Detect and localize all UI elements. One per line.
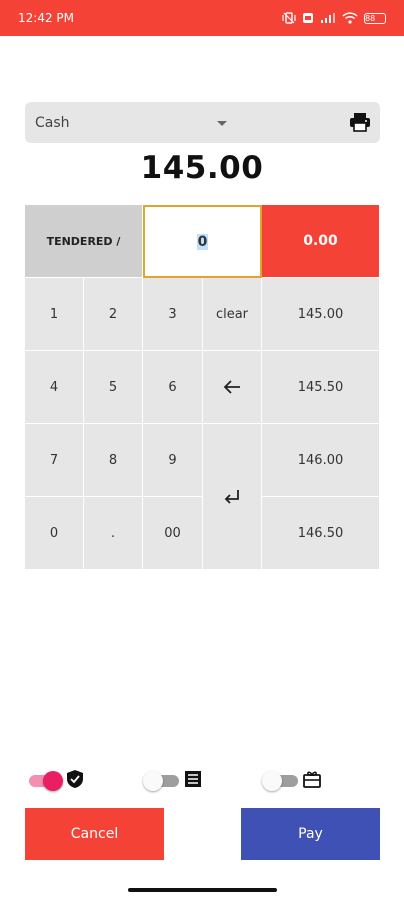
gift-card-icon: [302, 769, 322, 789]
signal-icon: [320, 12, 336, 24]
backspace-key[interactable]: [203, 351, 262, 424]
quick-amount-2[interactable]: 145.50: [262, 351, 380, 424]
printer-icon[interactable]: [349, 112, 371, 132]
status-icons: 88: [282, 12, 386, 24]
status-time: 12:42 PM: [18, 11, 74, 25]
key-3[interactable]: 3: [143, 278, 203, 351]
caret-down-icon: [217, 121, 227, 126]
key-8[interactable]: 8: [84, 424, 143, 497]
gift-card-toggle[interactable]: [262, 771, 302, 791]
key-0[interactable]: 0: [25, 497, 84, 570]
clear-key[interactable]: clear: [203, 278, 262, 351]
keypad: TENDERED / 0 0.00 1 2 3 clear 145.00 4 5…: [25, 205, 380, 570]
status-bar: 12:42 PM 88: [0, 0, 404, 36]
arrow-left-icon: [223, 380, 240, 394]
receipt-toggle[interactable]: [143, 771, 183, 791]
options-toggles: [25, 767, 380, 793]
key-5[interactable]: 5: [84, 351, 143, 424]
sim-icon: [302, 12, 314, 24]
payment-method-select[interactable]: Cash: [25, 102, 380, 143]
wifi-icon: [342, 12, 358, 24]
quick-amount-1[interactable]: 145.00: [262, 278, 380, 351]
secure-toggle[interactable]: [25, 771, 65, 791]
vibrate-icon: [282, 12, 296, 24]
key-1[interactable]: 1: [25, 278, 84, 351]
quick-amount-3[interactable]: 146.00: [262, 424, 380, 497]
quick-amount-4[interactable]: 146.50: [262, 497, 380, 570]
key-6[interactable]: 6: [143, 351, 203, 424]
home-indicator[interactable]: [128, 888, 277, 892]
battery-icon: 88: [364, 12, 386, 24]
key-decimal[interactable]: .: [84, 497, 143, 570]
tendered-amount-input[interactable]: 0: [143, 205, 262, 278]
key-2[interactable]: 2: [84, 278, 143, 351]
enter-key[interactable]: [203, 424, 262, 570]
receipt-list-icon: [183, 769, 203, 789]
total-amount: 145.00: [140, 150, 264, 186]
cancel-button[interactable]: Cancel: [25, 808, 164, 860]
tendered-input-value: 0: [196, 233, 209, 250]
key-7[interactable]: 7: [25, 424, 84, 497]
shield-check-icon: [65, 769, 85, 789]
key-4[interactable]: 4: [25, 351, 84, 424]
payment-method-value: Cash: [35, 114, 70, 131]
toggle-knob: [43, 771, 63, 791]
tendered-label: TENDERED /: [25, 205, 143, 278]
change-amount: 0.00: [262, 205, 380, 278]
pay-button[interactable]: Pay: [241, 808, 380, 860]
key-00[interactable]: 00: [143, 497, 203, 570]
key-9[interactable]: 9: [143, 424, 203, 497]
toggle-knob: [143, 771, 163, 791]
toggle-knob: [262, 771, 282, 791]
enter-icon: [224, 489, 239, 504]
